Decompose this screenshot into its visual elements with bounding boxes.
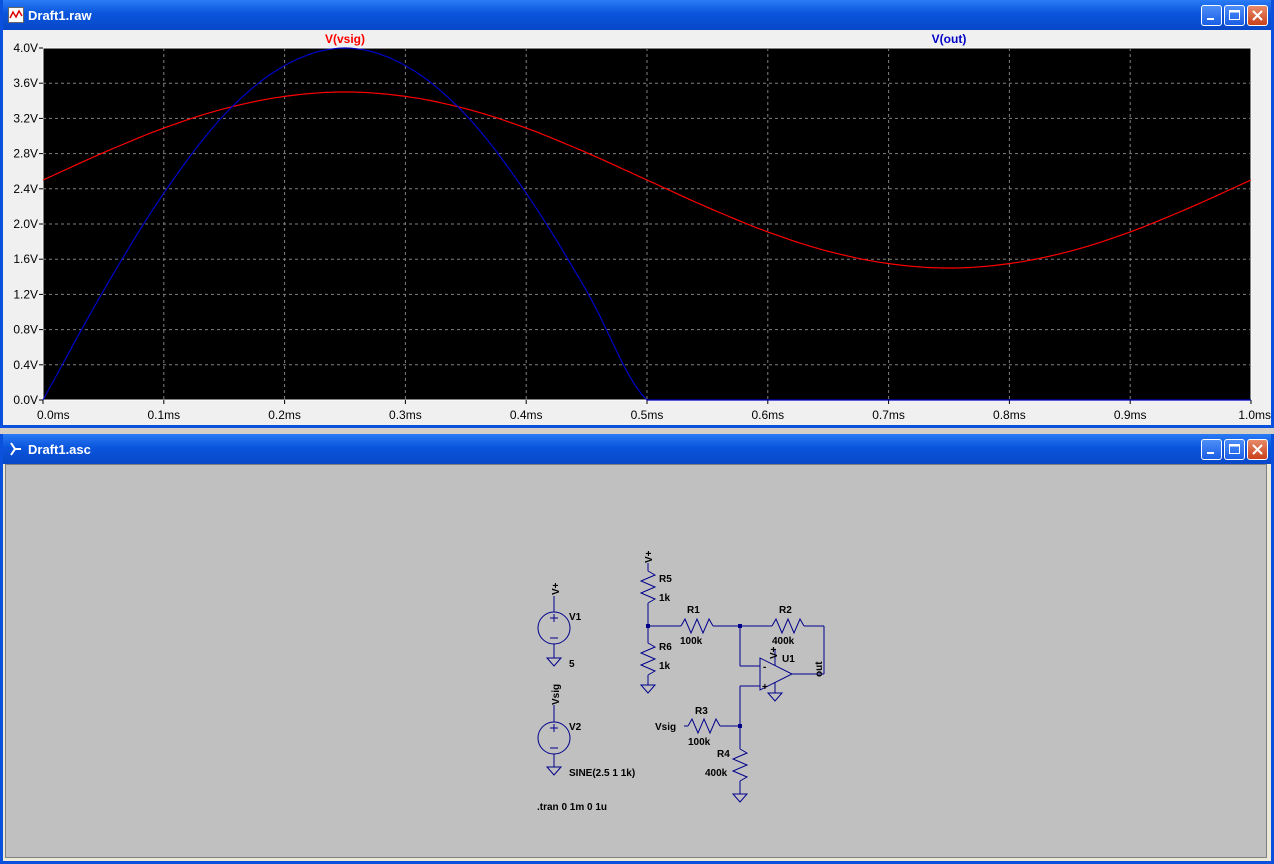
resistor-r6[interactable] <box>639 626 657 694</box>
maximize-icon <box>1229 9 1240 20</box>
ground-icon <box>545 657 563 667</box>
y-tick-label: 3.2V <box>13 111 38 125</box>
schematic-window[interactable]: Draft1.asc V+ V1 5 Vsig V2 SINE(2.5 1 1k… <box>0 434 1274 864</box>
legend-label-0[interactable]: V(vsig) <box>325 32 365 46</box>
plot-window[interactable]: Draft1.raw 0.0V 0.4V 0.8V 1.2V 1.6V 2.0V 2.4V 2… <box>0 0 1274 428</box>
minimize-icon <box>1207 17 1214 20</box>
waveform-app-icon <box>8 7 24 23</box>
r6-value-label: 1k <box>659 661 671 672</box>
v2-value-label: SINE(2.5 1 1k) <box>569 768 635 779</box>
y-tick-label: 2.8V <box>13 147 38 161</box>
opamp-minus-sign: - <box>763 662 766 673</box>
schematic-maximize-button[interactable] <box>1224 438 1245 460</box>
schematic-minimize-button[interactable] <box>1201 438 1222 460</box>
plot-window-titlebar[interactable]: Draft1.raw <box>3 0 1271 30</box>
schematic-drawing[interactable]: V+ V1 5 Vsig V2 SINE(2.5 1 1k) .tran 0 1… <box>6 465 1266 857</box>
r3-value-label: 100k <box>688 737 711 748</box>
r4-value-label: 400k <box>705 768 728 779</box>
plot-minimize-button[interactable] <box>1201 4 1222 26</box>
r3-name-label: R3 <box>695 706 708 717</box>
maximize-icon <box>1229 443 1240 454</box>
y-tick-label: 2.4V <box>13 182 38 196</box>
y-tick-label: 3.6V <box>13 76 38 90</box>
x-tick-label: 0.5ms <box>631 408 664 422</box>
v1-net-label: V+ <box>551 582 562 595</box>
resistor-r5[interactable] <box>639 563 657 626</box>
r1-name-label: R1 <box>687 605 700 616</box>
schematic-app-icon <box>10 442 21 456</box>
y-tick-label: 2.0V <box>13 217 38 231</box>
y-tick-label: 0.0V <box>13 393 38 407</box>
plot-maximize-button[interactable] <box>1224 4 1245 26</box>
opamp-plus-sign: + <box>762 682 768 693</box>
u1-name-label: U1 <box>782 654 795 665</box>
x-tick-label: 0.2ms <box>268 408 301 422</box>
r2-value-label: 400k <box>772 636 795 647</box>
r6-name-label: R6 <box>659 642 672 653</box>
ground-icon <box>639 684 657 694</box>
x-tick-label: 0.8ms <box>993 408 1026 422</box>
close-icon <box>1252 443 1263 455</box>
tran-directive: .tran 0 1m 0 1u <box>537 802 607 813</box>
v2-name-label: V2 <box>569 722 582 733</box>
schematic-window-titlebar[interactable]: Draft1.asc <box>3 434 1271 464</box>
x-tick-label: 0.0ms <box>37 408 70 422</box>
x-tick-label: 0.6ms <box>751 408 784 422</box>
plot-close-button[interactable] <box>1247 4 1268 26</box>
r3-net-label: Vsig <box>655 722 676 733</box>
x-tick-label: 1.0ms <box>1238 408 1271 422</box>
schematic-canvas[interactable]: V+ V1 5 Vsig V2 SINE(2.5 1 1k) .tran 0 1… <box>5 464 1267 858</box>
r5-name-label: R5 <box>659 574 672 585</box>
x-tick-label: 0.1ms <box>147 408 180 422</box>
schematic-close-button[interactable] <box>1247 438 1268 460</box>
x-tick-label: 0.3ms <box>389 408 422 422</box>
waveform-chart[interactable]: 0.0V 0.4V 0.8V 1.2V 1.6V 2.0V 2.4V 2.8V 3.2V 3.6V… <box>3 30 1271 425</box>
out-net-label: out <box>814 661 825 677</box>
y-tick-label: 1.2V <box>13 287 38 301</box>
r4-name-label: R4 <box>717 749 730 760</box>
v2-net-label: Vsig <box>551 684 562 705</box>
r5-net-label: V+ <box>644 550 655 563</box>
ground-icon <box>545 766 563 776</box>
y-tick-label: 0.8V <box>13 323 38 337</box>
y-tick-label: 1.6V <box>13 252 38 266</box>
y-tick-label: 4.0V <box>13 41 38 55</box>
minimize-icon <box>1207 451 1214 454</box>
close-icon <box>1252 9 1263 21</box>
resistor-r1[interactable] <box>648 617 740 635</box>
u1-net-label: V+ <box>769 646 780 659</box>
voltage-source-v2[interactable] <box>537 705 571 776</box>
x-tick-label: 0.9ms <box>1114 408 1147 422</box>
y-tick-label: 0.4V <box>13 358 38 372</box>
v1-name-label: V1 <box>569 612 582 623</box>
legend-label-1[interactable]: V(out) <box>932 32 967 46</box>
voltage-source-v1[interactable] <box>537 596 571 667</box>
r2-name-label: R2 <box>779 605 792 616</box>
ground-icon <box>766 692 784 702</box>
resistor-r3[interactable] <box>684 717 740 735</box>
plot-area[interactable]: 0.0V 0.4V 0.8V 1.2V 1.6V 2.0V 2.4V 2.8V 3.2V 3.6V… <box>3 30 1271 425</box>
v1-value-label: 5 <box>569 659 575 670</box>
plot-window-title: Draft1.raw <box>28 7 92 23</box>
x-tick-label: 0.4ms <box>510 408 543 422</box>
ground-icon <box>731 793 749 803</box>
resistor-r4[interactable] <box>731 726 749 803</box>
r5-value-label: 1k <box>659 593 671 604</box>
x-tick-label: 0.7ms <box>872 408 905 422</box>
schematic-window-title: Draft1.asc <box>28 441 91 457</box>
r1-value-label: 100k <box>680 636 703 647</box>
